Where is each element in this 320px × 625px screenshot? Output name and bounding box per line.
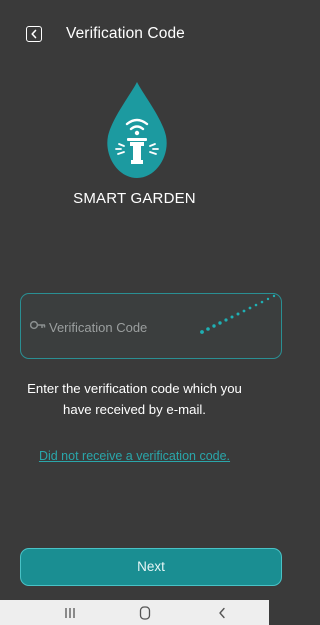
chevron-left-icon	[31, 29, 37, 39]
brand-name: SMART GARDEN	[73, 190, 196, 207]
recent-apps-icon	[65, 608, 75, 618]
system-nav-bar	[0, 600, 269, 625]
back-nav-button[interactable]	[212, 603, 232, 623]
page-title: Verification Code	[66, 25, 185, 42]
verification-code-field[interactable]	[20, 293, 282, 359]
verification-code-input[interactable]	[49, 316, 209, 338]
home-button[interactable]	[135, 603, 155, 623]
back-icon	[219, 607, 225, 619]
home-icon	[139, 606, 151, 620]
swipe-hint-dots	[200, 294, 276, 334]
recent-apps-button[interactable]	[60, 603, 80, 623]
resend-code-link[interactable]: Did not receive a verification code.	[0, 449, 269, 463]
back-button[interactable]	[26, 26, 42, 42]
next-button[interactable]: Next	[20, 548, 282, 586]
helper-text: Enter the verification code which you ha…	[27, 381, 242, 417]
header-bar: Verification Code	[0, 0, 269, 70]
water-drop-sprinkler-icon	[107, 82, 167, 178]
key-icon	[30, 320, 46, 330]
